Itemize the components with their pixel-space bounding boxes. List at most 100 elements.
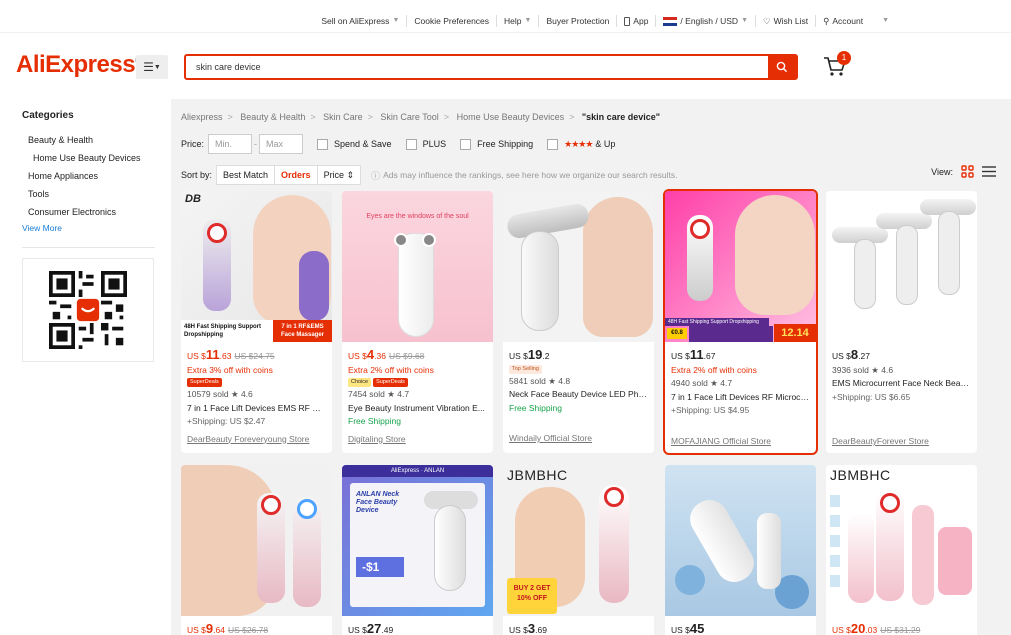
sidebar-item-beauty-health[interactable]: Beauty & Health (22, 131, 155, 149)
choice-badge: Choice (348, 378, 372, 387)
product-image[interactable] (503, 191, 654, 342)
star-rating-icon: ★★★★ (564, 138, 593, 149)
product-image[interactable]: AliExpress · ANLAN ANLAN Neck Face Beaut… (342, 465, 493, 616)
superdeals-badge: SuperDeals (373, 378, 408, 387)
info-icon[interactable]: ⓘ (371, 169, 380, 182)
account-link[interactable]: ⚲ Account ▼ (816, 15, 896, 27)
product-title[interactable]: 7 in 1 Face Lift Devices EMS RF Mic... (187, 402, 326, 416)
categories-heading: Categories (22, 110, 74, 121)
sort-price[interactable]: Price ⇕ (316, 165, 362, 185)
breadcrumb-aliexpress[interactable]: Aliexpress (181, 112, 223, 122)
buyer-protection-link[interactable]: Buyer Protection (539, 15, 618, 27)
superdeals-badge: SuperDeals (187, 378, 222, 387)
product-card[interactable]: AliExpress · ANLAN ANLAN Neck Face Beaut… (342, 465, 493, 635)
product-title[interactable]: Eye Beauty Instrument Vibration E... (348, 402, 487, 416)
list-view-icon[interactable] (982, 165, 996, 178)
price-max-input[interactable]: Max (259, 134, 304, 154)
sidebar-item-consumer-electronics[interactable]: Consumer Electronics (22, 203, 155, 221)
product-card[interactable]: JBMBHC US $20.03 US $31.29 (826, 465, 977, 635)
sold-rating: 3936 sold ★ 4.6 (832, 364, 894, 375)
product-image[interactable]: JBMBHC (826, 465, 977, 616)
product-card[interactable]: 48H Fast Shipping Support Dropshipping €… (663, 189, 818, 455)
sort-orders[interactable]: Orders (274, 165, 318, 185)
store-link[interactable]: DearBeautyForever Store (832, 435, 971, 449)
help-link[interactable]: Help ▼ (497, 15, 540, 27)
sidebar-item-home-appliances[interactable]: Home Appliances (22, 167, 155, 185)
store-link[interactable]: MOFAJIANG Official Store (671, 435, 810, 449)
shipping-info: Free Shipping (509, 402, 562, 413)
header: AliExpress® ☰▼ 1 (0, 32, 1011, 96)
cookie-preferences-link[interactable]: Cookie Preferences (407, 15, 498, 27)
coupon-overlay: €0.8 (667, 328, 687, 339)
qr-code-icon (49, 271, 127, 349)
product-price: US $27.49 (348, 621, 394, 635)
discount-overlay: -$1 (356, 557, 404, 577)
checkbox[interactable] (547, 138, 559, 150)
sort-best-match[interactable]: Best Match (216, 165, 276, 185)
product-card[interactable]: Eyes are the windows of the soul US $4.3… (342, 191, 493, 453)
product-card[interactable]: US $19.2 Top Selling 5841 sold ★ 4.8 Nec… (503, 191, 654, 453)
free-shipping-filter[interactable]: Free Shipping (460, 138, 533, 150)
breadcrumb-skin-care[interactable]: Skin Care (323, 112, 363, 122)
coins-discount: Extra 2% off with coins (671, 364, 757, 375)
store-link[interactable]: Digitaling Store (348, 433, 487, 447)
plus-filter[interactable]: PLUS (405, 138, 446, 150)
locale-selector[interactable]: / English / USD ▼ (656, 15, 756, 27)
checkbox[interactable] (317, 138, 329, 150)
brand-mark: DB (185, 193, 201, 205)
four-stars-up-filter[interactable]: ★★★★ & Up (547, 138, 615, 150)
product-price: US $11.67 (671, 347, 716, 362)
sell-on-aliexpress-link[interactable]: Sell on AliExpress ▼ (314, 15, 408, 27)
product-price: US $19.2 (509, 347, 550, 362)
store-link[interactable]: Windaily Official Store (509, 432, 648, 446)
checkbox[interactable] (405, 138, 417, 150)
original-price: US $26.78 (227, 625, 269, 635)
product-image[interactable]: JBMBHC BUY 2 GET 10% OFF (503, 465, 654, 616)
shipping-info: Free Shipping (348, 416, 401, 426)
product-card[interactable]: US $45 (665, 465, 816, 635)
breadcrumb-home-use-beauty-devices[interactable]: Home Use Beauty Devices (457, 112, 565, 122)
wish-list-link[interactable]: ♡ Wish List (756, 15, 817, 27)
product-card[interactable]: DB 48H Fast Shipping Support Dropshippin… (181, 191, 332, 453)
product-image[interactable]: 48H Fast Shipping Support Dropshipping €… (665, 191, 816, 342)
top-utility-bar: Sell on AliExpress ▼ Cookie Preferences H… (0, 10, 1011, 32)
breadcrumb-skin-care-tool[interactable]: Skin Care Tool (380, 112, 438, 122)
eye-device-graphic (398, 233, 434, 337)
price-min-input[interactable]: Min. (208, 134, 253, 154)
category-menu-button[interactable]: ☰ ▼ (136, 55, 168, 79)
heart-icon: ♡ (763, 16, 771, 26)
app-link[interactable]: App (617, 15, 657, 27)
product-image[interactable]: DB 48H Fast Shipping Support Dropshippin… (181, 191, 332, 342)
feature-overlay: 7 in 1 RF&EMS Face Massager (273, 320, 332, 342)
aliexpress-logo[interactable]: AliExpress® (16, 51, 141, 79)
sidebar-item-tools[interactable]: Tools (22, 185, 155, 203)
category-sidebar: Categories Beauty & Health Home Use Beau… (22, 110, 155, 362)
sidebar-item-home-use-beauty-devices[interactable]: Home Use Beauty Devices (22, 149, 155, 167)
product-title[interactable]: Neck Face Beauty Device LED Phot... (509, 388, 648, 402)
product-image[interactable] (181, 465, 332, 616)
chevron-down-icon: ▼ (882, 17, 889, 24)
original-price: US $31.29 (880, 625, 921, 635)
product-image[interactable]: Eyes are the windows of the soul (342, 191, 493, 342)
grid-view-icon[interactable] (961, 165, 974, 178)
product-title[interactable]: EMS Microcurrent Face Neck Beau... (832, 377, 971, 391)
product-image[interactable] (665, 465, 816, 616)
search-input[interactable] (186, 56, 768, 78)
store-link[interactable]: DearBeauty Foreveryoung Store (187, 433, 326, 447)
product-title[interactable]: 7 in 1 Face Lift Devices RF Microcu... (671, 391, 810, 405)
chevron-down-icon: ▼ (741, 17, 748, 24)
product-card[interactable]: US $9.64 US $26.78 (181, 465, 332, 635)
search-button[interactable] (768, 56, 796, 78)
product-card[interactable]: JBMBHC BUY 2 GET 10% OFF US $3.69 (503, 465, 654, 635)
breadcrumb-beauty-health[interactable]: Beauty & Health (240, 112, 305, 122)
sold-rating: 7454 sold ★ 4.7 (348, 389, 410, 399)
product-card[interactable]: US $8.27 3936 sold ★ 4.6 EMS Microcurren… (826, 191, 977, 453)
product-image[interactable] (826, 191, 977, 342)
spend-save-filter[interactable]: Spend & Save (317, 138, 392, 150)
cart-button[interactable]: 1 (822, 51, 852, 81)
view-more-link[interactable]: View More (22, 221, 155, 235)
promo-overlay: BUY 2 GET 10% OFF (507, 578, 557, 614)
checkbox[interactable] (460, 138, 472, 150)
hamburger-icon: ☰ (143, 60, 154, 74)
cart-count-badge: 1 (837, 51, 851, 65)
